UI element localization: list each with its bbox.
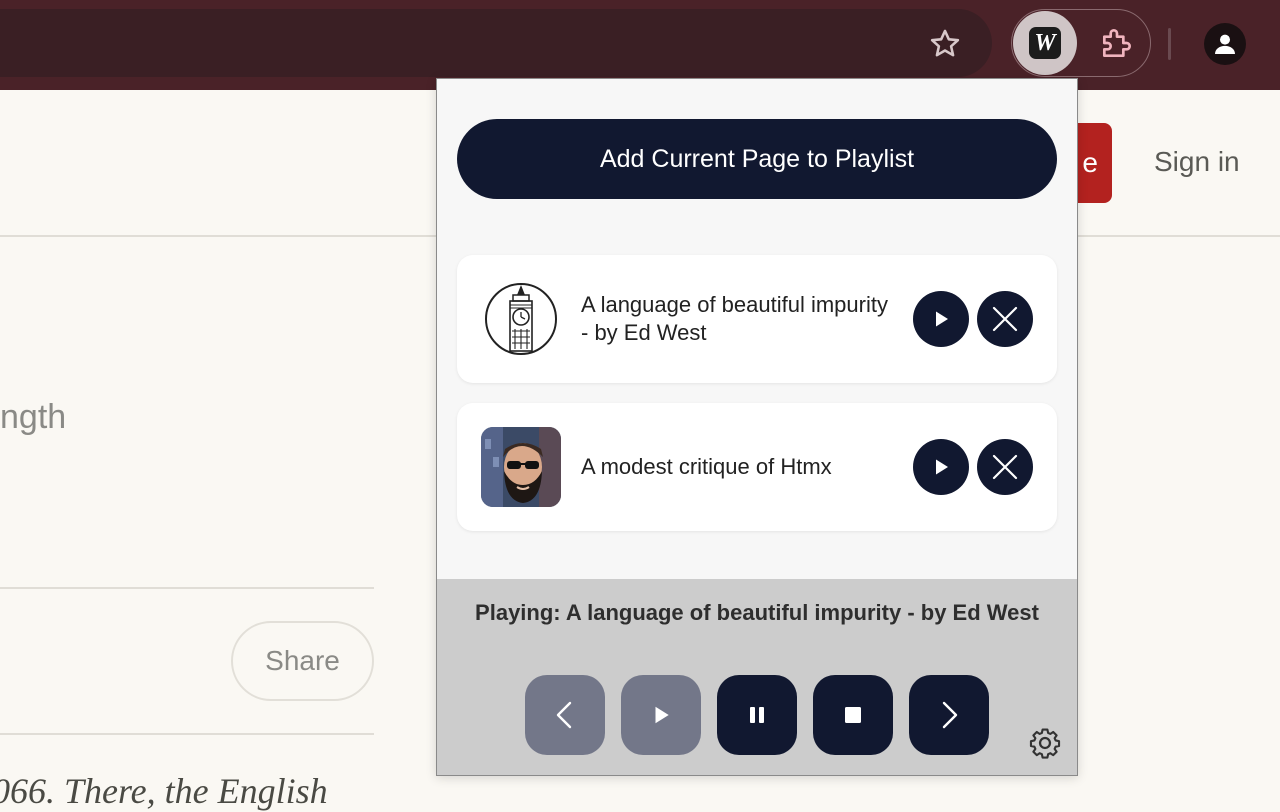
star-icon[interactable] (925, 24, 965, 64)
big-ben-icon (481, 279, 561, 359)
close-icon (992, 306, 1018, 332)
next-icon (942, 701, 958, 729)
share-button[interactable]: Share (231, 621, 374, 701)
next-button[interactable] (909, 675, 989, 755)
toolbar-divider (1168, 28, 1171, 60)
play-icon (936, 459, 948, 475)
prev-icon (556, 701, 572, 729)
close-icon (992, 454, 1018, 480)
sign-in-link[interactable]: Sign in (1154, 146, 1240, 178)
pause-button[interactable] (717, 675, 797, 755)
pause-icon (750, 707, 764, 723)
play-button[interactable] (621, 675, 701, 755)
playlist-item-title: A modest critique of Htmx (581, 454, 832, 479)
article-text: ngth (0, 398, 67, 436)
play-item-button[interactable] (913, 439, 969, 495)
previous-button[interactable] (525, 675, 605, 755)
subscribe-label: e (1082, 147, 1098, 178)
play-item-button[interactable] (913, 291, 969, 347)
puzzle-icon[interactable] (1094, 20, 1140, 66)
play-icon (936, 311, 948, 327)
player-panel: Playing: A language of beautiful impurit… (437, 579, 1077, 775)
person-icon[interactable] (1204, 23, 1246, 65)
article-body-text: 066. There, the English (0, 771, 328, 811)
remove-item-button[interactable] (977, 291, 1033, 347)
stop-button[interactable] (813, 675, 893, 755)
w-extension-icon[interactable]: W (1013, 11, 1077, 75)
address-bar[interactable] (0, 9, 992, 77)
add-current-page-button[interactable]: Add Current Page to Playlist (457, 119, 1057, 199)
stop-icon (845, 707, 861, 723)
playlist-item: A modest critique of Htmx (457, 403, 1057, 531)
playlist-item-title: A language of beautiful impurity - by Ed… (581, 292, 888, 345)
bearded-man-avatar (481, 427, 561, 507)
play-icon (655, 706, 669, 724)
playlist-item: A language of beautiful impurity - by Ed… (457, 255, 1057, 383)
remove-item-button[interactable] (977, 439, 1033, 495)
gear-icon[interactable] (1027, 725, 1063, 761)
extension-popup: Add Current Page to Playlist A language … (436, 78, 1078, 776)
divider (0, 587, 374, 589)
browser-toolbar: W (0, 0, 1280, 90)
now-playing-label: Playing: A language of beautiful impurit… (475, 600, 1039, 625)
divider (0, 733, 374, 735)
extension-letter: W (1029, 27, 1061, 59)
